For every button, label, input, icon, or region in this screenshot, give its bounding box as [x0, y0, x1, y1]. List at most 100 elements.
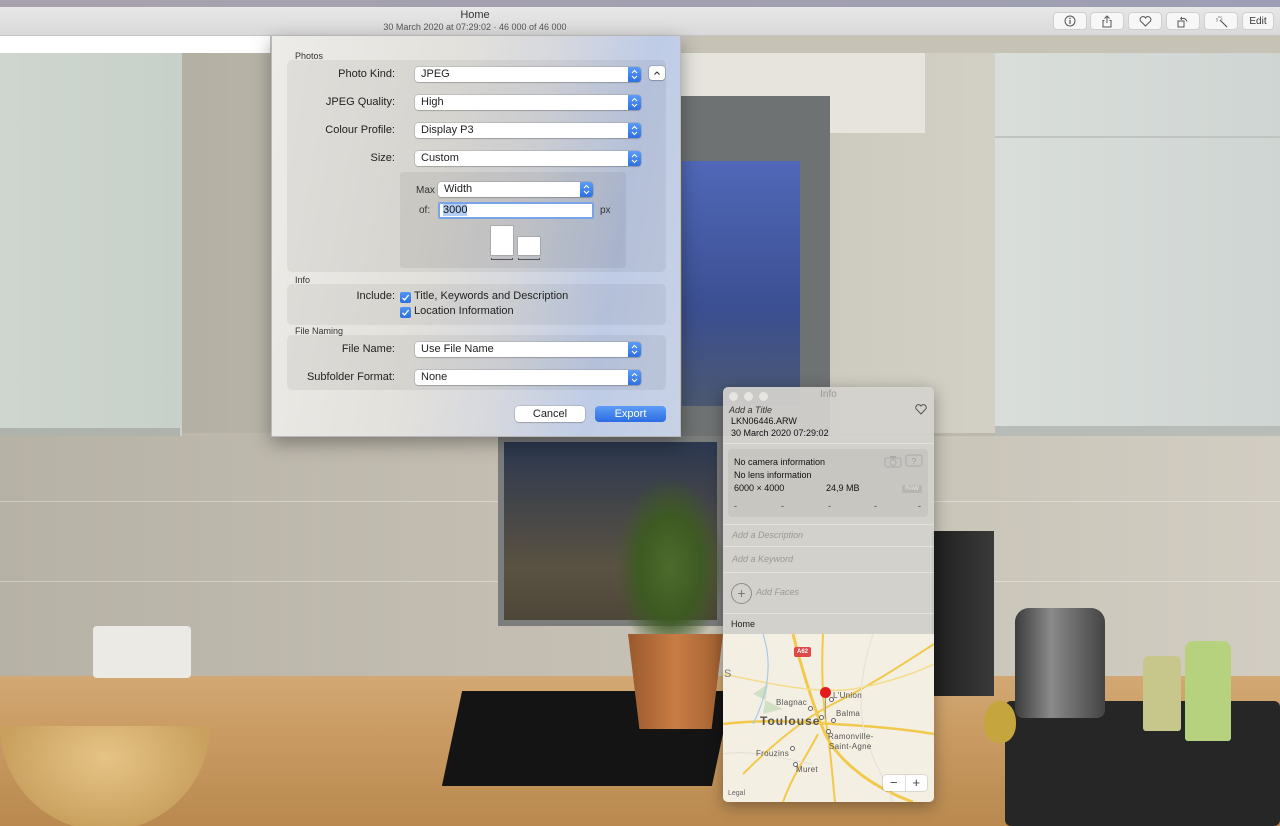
photo-region	[93, 626, 191, 678]
size-select[interactable]: Custom	[415, 151, 641, 166]
exif-placeholder: -	[781, 501, 784, 511]
add-faces-plus-icon[interactable]: +	[731, 583, 752, 604]
map-label-frouzins: Frouzins	[756, 749, 790, 758]
colour-profile-select[interactable]: Display P3	[415, 123, 641, 138]
image-dimensions: 6000 × 4000	[734, 483, 785, 493]
map-place-marker	[790, 746, 795, 751]
include-location-label[interactable]: Location Information	[414, 305, 514, 317]
title-field[interactable]: Add a Title	[729, 405, 772, 415]
map-place-marker	[829, 697, 834, 702]
popup-stepper-icon	[628, 123, 641, 138]
checkmark-icon	[401, 309, 410, 317]
auto-enhance-button[interactable]	[1204, 12, 1238, 30]
exif-placeholder: -	[874, 501, 877, 511]
rotate-button[interactable]	[1166, 12, 1200, 30]
unknown-lens-icon: ?	[905, 454, 923, 467]
map-label-muret: Muret	[796, 765, 818, 774]
export-dialog: Photos Photo Kind: JPEG JPEG Quality: Hi…	[271, 36, 681, 437]
popup-stepper-icon	[628, 95, 641, 110]
jpeg-quality-select[interactable]: High	[415, 95, 641, 110]
share-button[interactable]	[1090, 12, 1124, 30]
location-name: Home	[731, 619, 756, 629]
map-place-marker	[831, 718, 836, 723]
filename: LKN06446.ARW	[731, 416, 797, 426]
raw-format-badge: RAW	[902, 485, 922, 493]
map-place-marker	[819, 715, 824, 720]
photo-region	[1143, 656, 1181, 731]
subfolder-format-value: None	[421, 371, 448, 383]
jpeg-quality-value: High	[421, 96, 444, 108]
checkmark-icon	[401, 294, 410, 302]
size-value: Custom	[421, 152, 459, 164]
include-location-checkbox[interactable]	[400, 307, 411, 318]
map-zoom-out-button[interactable]: −	[883, 775, 905, 791]
map-label-ramonville: Ramonville-	[828, 732, 874, 741]
photo-kind-value: JPEG	[421, 68, 450, 80]
heart-icon	[1139, 15, 1151, 27]
size-value-input[interactable]: 3000	[438, 202, 594, 219]
photo-region	[995, 136, 1280, 138]
map-zoom-in-button[interactable]: +	[904, 775, 928, 791]
max-dimension-select[interactable]: Width	[438, 182, 593, 197]
camera-info: No camera information	[734, 457, 826, 467]
share-icon	[1102, 14, 1112, 27]
custom-size-box: Max Width of: 3000 px	[400, 172, 626, 268]
map-label-blagnac: Blagnac	[776, 698, 808, 707]
file-naming-group: File Name: Use File Name Subfolder Forma…	[287, 335, 666, 390]
photo-region	[0, 36, 270, 53]
photo-region	[682, 161, 800, 406]
include-title-keywords-checkbox[interactable]	[400, 292, 411, 303]
file-name-label: File Name:	[341, 343, 395, 355]
window-subtitle: 30 March 2020 at 07:29:02 · 46 000 of 46…	[383, 22, 567, 32]
max-dimension-value: Width	[444, 183, 473, 195]
photo-region	[0, 53, 182, 438]
include-title-keywords-label[interactable]: Title, Keywords and Description	[414, 290, 568, 302]
keyword-field[interactable]: Add a Keyword	[732, 554, 793, 564]
favorite-button[interactable]	[1128, 12, 1162, 30]
file-name-select[interactable]: Use File Name	[415, 342, 641, 357]
max-label: Max	[416, 185, 435, 196]
lens-info: No lens information	[734, 470, 812, 480]
of-label: of:	[419, 205, 431, 216]
photo-kind-select[interactable]: JPEG	[415, 67, 641, 82]
info-panel: Info Add a Title LKN06446.ARW 30 March 2…	[723, 387, 934, 802]
jpeg-quality-label: JPEG Quality:	[325, 96, 395, 108]
description-field[interactable]: Add a Description	[732, 530, 803, 540]
edit-button[interactable]: Edit	[1242, 12, 1274, 30]
file-name-value: Use File Name	[421, 343, 494, 355]
camera-icon	[884, 456, 902, 468]
map-legal-link[interactable]: Legal	[728, 790, 745, 797]
info-button[interactable]	[1053, 12, 1087, 30]
road-badge-a62: A62	[794, 647, 811, 657]
exif-placeholder: -	[734, 501, 737, 511]
map-place-marker	[808, 706, 813, 711]
landscape-dimension-bar	[518, 258, 540, 260]
subfolder-format-select[interactable]: None	[415, 370, 641, 385]
export-button[interactable]: Export	[595, 406, 666, 422]
photo-region	[1015, 608, 1105, 718]
map-label-balma: Balma	[836, 709, 861, 718]
window-title: Home	[460, 9, 490, 21]
photo-region	[984, 701, 1016, 743]
map-label-lunion: L'Union	[833, 691, 862, 700]
map-place-marker	[793, 762, 798, 767]
title-bar: Home 30 March 2020 at 07:29:02 · 46 000 …	[0, 7, 1280, 36]
chevron-up-icon	[654, 71, 660, 75]
svg-text:?: ?	[912, 457, 917, 466]
favorite-heart-icon[interactable]	[915, 404, 927, 415]
magic-wand-icon	[1215, 15, 1227, 27]
divider	[723, 443, 934, 444]
location-map[interactable]: A62 S Toulouse Blagnac L'Union Balma Ram…	[723, 634, 934, 802]
exif-placeholder: -	[918, 501, 921, 511]
colour-profile-value: Display P3	[421, 124, 474, 136]
size-value-text: 3000	[443, 204, 468, 216]
map-label-toulouse: Toulouse	[760, 714, 821, 728]
divider	[723, 613, 934, 614]
collapse-options-button[interactable]	[649, 66, 665, 80]
cancel-button[interactable]: Cancel	[515, 406, 585, 422]
capture-datetime: 30 March 2020 07:29:02	[731, 428, 829, 438]
add-faces-button[interactable]: Add Faces	[756, 587, 799, 597]
photo-region	[932, 531, 994, 696]
camera-info-box: No camera information No lens informatio…	[728, 449, 928, 517]
map-place-marker	[826, 729, 831, 734]
